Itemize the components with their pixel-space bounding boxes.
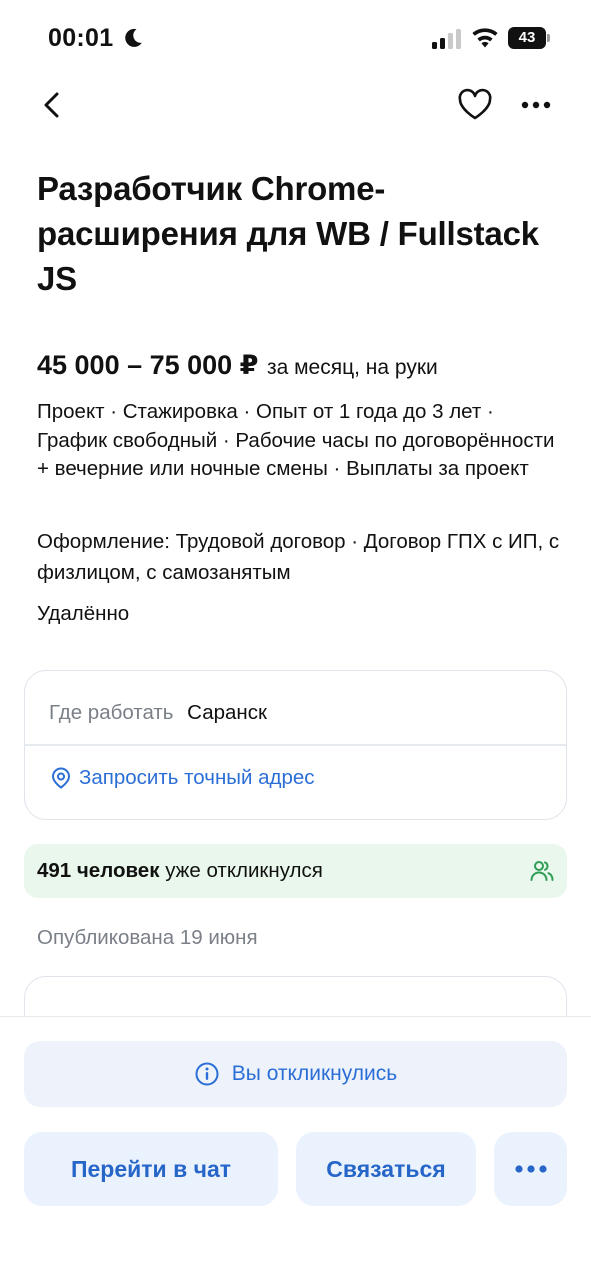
location-row: Где работать Саранск — [49, 701, 267, 725]
back-icon[interactable] — [36, 88, 70, 122]
employment-contract: Оформление: Трудовой договор · Договор Г… — [37, 530, 560, 584]
status-time: 00:01 — [48, 24, 114, 52]
responded-status-button[interactable]: Вы откликнулись — [24, 1041, 567, 1107]
responses-text: 491 человек уже откликнулся — [37, 859, 323, 883]
location-divider — [25, 744, 566, 746]
heart-icon[interactable] — [456, 88, 494, 122]
more-actions-button[interactable] — [494, 1132, 567, 1206]
more-dots-icon — [514, 1165, 547, 1173]
status-bar: 00:01 43 — [0, 0, 591, 80]
contact-button[interactable]: Связаться — [296, 1132, 476, 1206]
vacancy-details: Проект · Стажировка · Опыт от 1 года до … — [37, 400, 555, 480]
published-date: Опубликована 19 июня — [37, 926, 258, 949]
vacancy-title: Разработчик Chrome-расширения для WB / F… — [37, 170, 539, 297]
request-address-link[interactable]: Запросить точный адрес — [49, 766, 315, 790]
location-pin-icon — [51, 767, 71, 789]
responses-count: 491 человек — [37, 859, 160, 882]
location-city: Саранск — [187, 701, 267, 724]
salary: 45 000 – 75 000 ₽ за месяц, на руки — [37, 350, 577, 381]
signal-icon — [432, 29, 461, 49]
salary-amount: 45 000 – 75 000 ₽ — [37, 350, 259, 380]
nav-bar — [0, 80, 591, 130]
wifi-icon — [472, 28, 498, 48]
salary-note: за месяц, на руки — [266, 356, 438, 379]
more-icon[interactable] — [518, 92, 554, 118]
bottom-action-panel: Вы откликнулись Перейти в чат Связаться — [0, 1016, 591, 1280]
location-card: Где работать Саранск Запросить точный ад… — [24, 670, 567, 820]
go-to-chat-button[interactable]: Перейти в чат — [24, 1132, 278, 1206]
info-icon — [195, 1062, 219, 1086]
battery-level: 43 — [508, 27, 546, 49]
request-address-label: Запросить точный адрес — [79, 766, 315, 789]
people-icon — [530, 861, 554, 881]
responses-banner: 491 человек уже откликнулся — [24, 844, 567, 898]
moon-icon — [125, 28, 142, 47]
location-label: Где работать — [49, 701, 174, 724]
work-format: Удалённо — [37, 602, 130, 625]
responded-label: Вы откликнулись — [231, 1062, 398, 1085]
battery-indicator: 43 — [508, 27, 551, 49]
responses-suffix: уже откликнулся — [165, 859, 323, 882]
battery-cap — [547, 34, 550, 42]
